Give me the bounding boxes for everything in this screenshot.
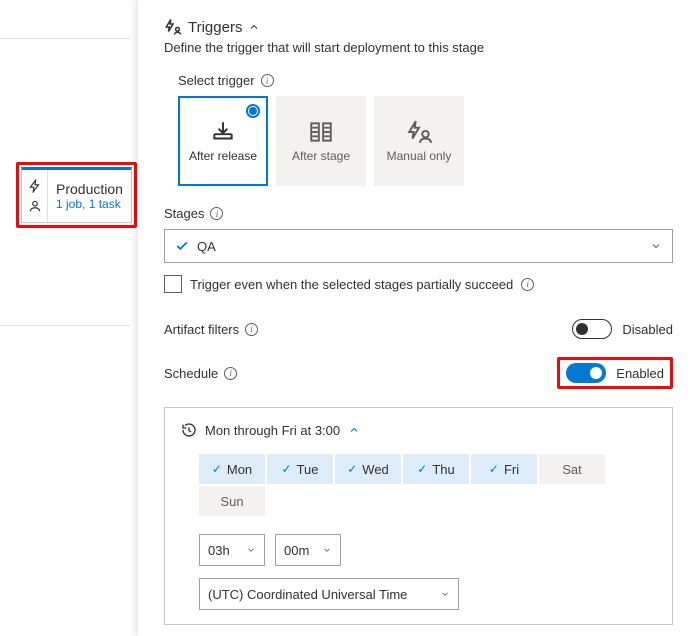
panel-header[interactable]: Triggers — [164, 18, 673, 36]
artifact-filters-row: Artifact filters i Disabled — [164, 319, 673, 339]
stages-selected-value: QA — [197, 239, 216, 254]
triggers-panel: Triggers Define the trigger that will st… — [138, 0, 699, 636]
stage-card-production-hl: Production 1 job, 1 task — [16, 162, 137, 228]
day-thu[interactable]: ✓Thu — [403, 454, 469, 484]
trigger-option-manual-only[interactable]: Manual only — [374, 96, 464, 186]
timezone-select[interactable]: (UTC) Coordinated Universal Time — [199, 578, 459, 610]
chevron-up-icon — [348, 424, 360, 436]
history-icon — [181, 422, 197, 438]
schedule-toggle-hl: Enabled — [557, 357, 673, 389]
info-icon[interactable]: i — [245, 323, 258, 336]
chevron-up-icon — [248, 21, 260, 33]
schedule-summary-row[interactable]: Mon through Fri at 3:00 — [181, 422, 656, 438]
stage-card-body[interactable]: Production 1 job, 1 task — [48, 170, 131, 222]
schedule-state: Enabled — [616, 366, 664, 381]
time-row: 03h 00m — [199, 534, 656, 566]
day-sat[interactable]: Sat — [539, 454, 605, 484]
person-icon — [28, 199, 42, 213]
info-icon[interactable]: i — [521, 278, 534, 291]
schedule-toggle[interactable] — [566, 363, 606, 383]
stage-subtitle: 1 job, 1 task — [56, 197, 123, 211]
schedule-label: Schedule — [164, 366, 218, 381]
radio-selected-icon — [246, 104, 260, 118]
info-icon[interactable]: i — [210, 207, 223, 220]
day-sun[interactable]: Sun — [199, 486, 265, 516]
chevron-down-icon — [440, 589, 450, 599]
stage-card-production[interactable]: Production 1 job, 1 task — [21, 167, 132, 223]
pipeline-divider-top — [0, 38, 130, 39]
hour-select[interactable]: 03h — [199, 534, 265, 566]
panel-description: Define the trigger that will start deplo… — [164, 40, 673, 55]
select-trigger-label: Select trigger i — [178, 73, 673, 88]
day-wed[interactable]: ✓Wed — [335, 454, 401, 484]
day-mon[interactable]: ✓Mon — [199, 454, 265, 484]
day-fri[interactable]: ✓Fri — [471, 454, 537, 484]
check-icon — [175, 239, 189, 253]
chevron-down-icon — [246, 545, 256, 555]
manual-only-icon — [406, 119, 432, 145]
pipeline-divider-bottom — [0, 325, 130, 326]
artifact-filters-toggle[interactable] — [572, 319, 612, 339]
day-picker: ✓Mon ✓Tue ✓Wed ✓Thu ✓Fri Sat Sun — [199, 454, 656, 516]
stage-conditions-button[interactable] — [22, 170, 48, 222]
panel-title: Triggers — [188, 19, 242, 36]
chevron-down-icon — [650, 240, 662, 252]
stages-label: Stages i — [164, 206, 673, 221]
info-icon[interactable]: i — [224, 367, 237, 380]
schedule-summary: Mon through Fri at 3:00 — [205, 423, 340, 438]
schedule-panel: Mon through Fri at 3:00 ✓Mon ✓Tue ✓Wed ✓… — [164, 407, 673, 625]
partial-succeed-label: Trigger even when the selected stages pa… — [190, 277, 513, 292]
info-icon[interactable]: i — [261, 74, 274, 87]
trigger-options: After release After stage Manual only — [178, 96, 673, 186]
check-icon: ✓ — [417, 462, 427, 476]
check-icon: ✓ — [282, 462, 292, 476]
after-stage-icon — [308, 119, 334, 145]
partial-succeed-checkbox[interactable] — [164, 275, 182, 293]
stage-title: Production — [56, 181, 123, 197]
bolt-icon — [28, 179, 42, 193]
trigger-option-after-stage[interactable]: After stage — [276, 96, 366, 186]
partial-succeed-row: Trigger even when the selected stages pa… — [164, 275, 673, 293]
minute-select[interactable]: 00m — [275, 534, 341, 566]
trigger-option-after-release[interactable]: After release — [178, 96, 268, 186]
chevron-down-icon — [322, 545, 332, 555]
schedule-row: Schedule i Enabled — [164, 357, 673, 389]
check-icon: ✓ — [347, 462, 357, 476]
after-release-icon — [210, 119, 236, 145]
check-icon: ✓ — [212, 462, 222, 476]
artifact-filters-label: Artifact filters — [164, 322, 239, 337]
check-icon: ✓ — [489, 462, 499, 476]
stages-select[interactable]: QA — [164, 229, 673, 263]
day-tue[interactable]: ✓Tue — [267, 454, 333, 484]
artifact-filters-state: Disabled — [622, 322, 673, 337]
bolt-person-icon — [164, 18, 182, 36]
